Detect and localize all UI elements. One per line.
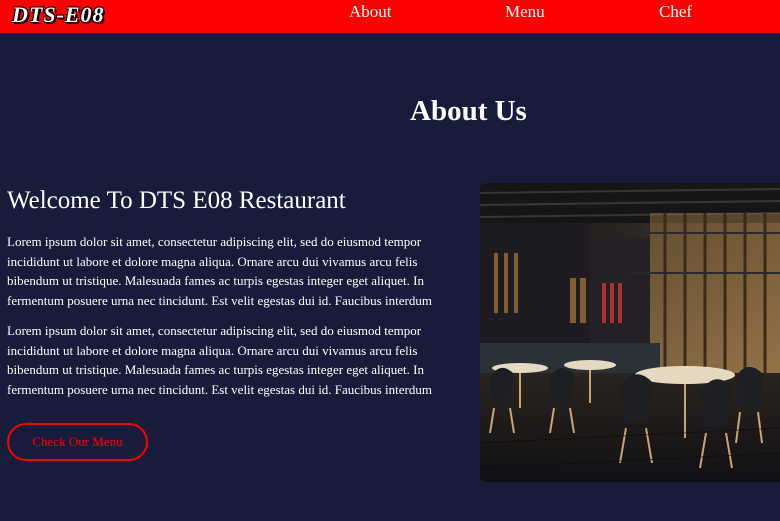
welcome-heading: Welcome To DTS E08 Restaurant [7,187,346,214]
nav-link-about[interactable]: About [349,2,392,22]
navbar: DTS-E08 About Menu Chef [0,0,780,33]
about-paragraph-2: Lorem ipsum dolor sit amet, consectetur … [7,323,432,397]
check-menu-button[interactable]: Check Our Menu [7,423,148,461]
nav-link-menu[interactable]: Menu [505,2,545,22]
site-logo[interactable]: DTS-E08 [12,2,105,28]
about-section-title: About Us [410,95,527,127]
about-paragraph-1: Lorem ipsum dolor sit amet, consectetur … [7,234,432,308]
restaurant-interior-image [480,183,780,482]
nav-link-chef[interactable]: Chef [659,2,692,22]
